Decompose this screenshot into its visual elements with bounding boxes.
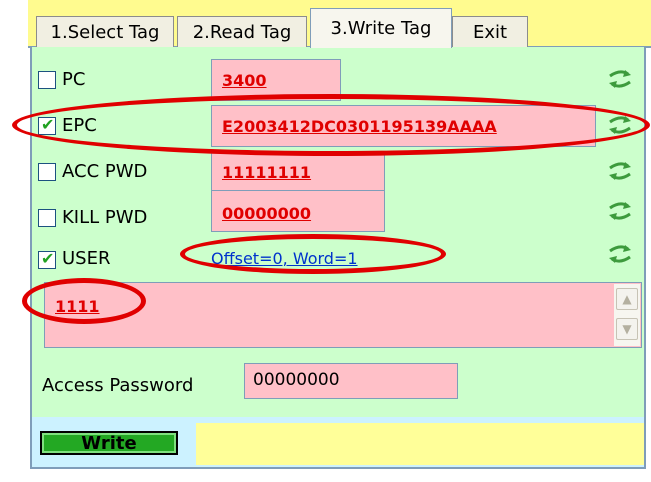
chevron-down-icon[interactable]: ▼ [616,318,638,340]
refresh-arrows-icon[interactable] [608,68,632,90]
tab-select-tag[interactable]: 1.Select Tag [36,16,174,48]
refresh-arrows-icon[interactable] [608,243,632,265]
acc-pwd-field[interactable]: 11111111 [211,151,385,193]
kill-pwd-label: KILL PWD [62,207,148,228]
annotation-ellipse-epc [12,94,650,156]
user-label: USER [62,248,111,269]
kill-pwd-field[interactable]: 00000000 [211,190,385,232]
pc-label: PC [62,69,86,90]
chevron-up-icon[interactable]: ▲ [616,288,638,310]
checkmark-icon: ✔ [41,249,55,268]
access-password-value: 00000000 [253,370,340,390]
refresh-arrows-icon[interactable] [608,200,632,222]
status-bar [196,423,644,465]
access-password-field[interactable]: 00000000 [244,363,458,399]
annotation-ellipse-user-data [22,278,146,324]
acc-pwd-checkbox[interactable] [38,163,56,181]
pc-value: 3400 [222,71,267,90]
user-data-scrollbar[interactable]: ▲ ▼ [614,284,640,346]
tab-write-tag[interactable]: 3.Write Tag [310,8,452,48]
user-checkbox[interactable]: ✔ [38,249,56,269]
acc-pwd-label: ACC PWD [62,161,148,182]
tab-read-tag[interactable]: 2.Read Tag [177,16,307,48]
acc-pwd-value: 11111111 [222,163,312,182]
refresh-arrows-icon[interactable] [608,160,632,182]
tab-exit[interactable]: Exit [452,16,528,48]
annotation-ellipse-user-offset [180,234,446,274]
kill-pwd-value: 00000000 [222,204,312,223]
access-password-label: Access Password [42,375,194,396]
kill-pwd-checkbox[interactable] [38,209,56,227]
pc-checkbox[interactable] [38,71,56,89]
write-button[interactable]: Write [40,431,178,455]
